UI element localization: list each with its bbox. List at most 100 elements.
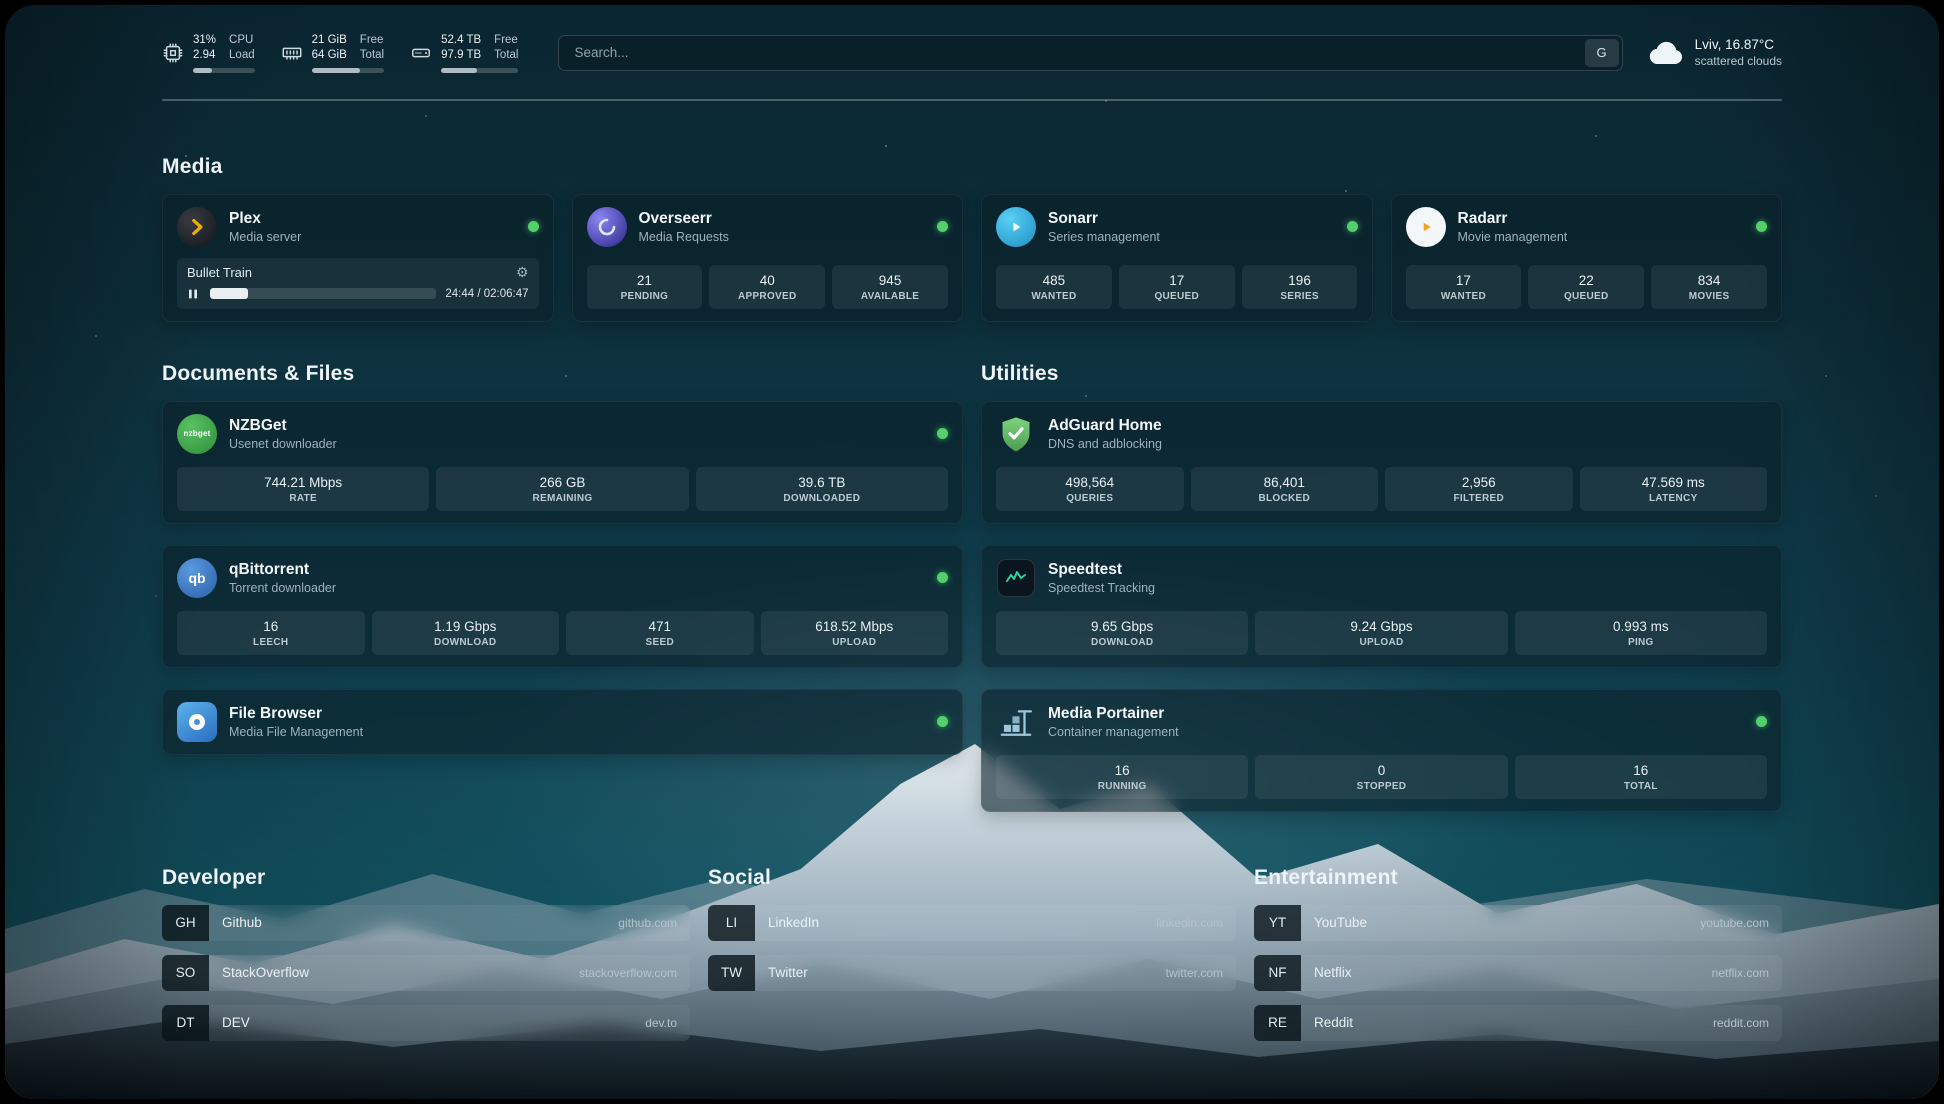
bookmark-stackoverflow[interactable]: SO StackOverflow stackoverflow.com	[162, 955, 690, 991]
adguard-icon	[996, 414, 1036, 454]
section-media: Media Plex Media server	[162, 155, 1782, 322]
service-card-adguard[interactable]: AdGuard Home DNS and adblocking 498,564Q…	[981, 401, 1782, 524]
bookmark-abbr: GH	[162, 905, 209, 941]
bookmark-name: LinkedIn	[755, 915, 819, 930]
service-name: Speedtest	[1048, 561, 1155, 579]
bookmark-group-heading: Entertainment	[1254, 866, 1782, 890]
search-provider-button[interactable]: G	[1585, 39, 1619, 67]
settings-gear-icon[interactable]: ⚙	[516, 265, 529, 279]
bookmark-group-heading: Developer	[162, 866, 690, 890]
playback-time: 24:44 / 02:06:47	[445, 288, 528, 300]
cpu-usage-bar	[193, 68, 255, 73]
disk-icon	[410, 42, 432, 64]
status-dot	[937, 221, 948, 232]
service-card-qbittorrent[interactable]: qb qBittorrent Torrent downloader 16LEEC…	[162, 545, 963, 668]
service-card-radarr[interactable]: Radarr Movie management 17WANTED 22QUEUE…	[1391, 194, 1783, 322]
bookmark-abbr: LI	[708, 905, 755, 941]
bookmark-abbr: DT	[162, 1005, 209, 1041]
radarr-icon	[1406, 207, 1446, 247]
service-description: Media File Management	[229, 725, 363, 739]
cpu-label-top: CPU	[229, 33, 255, 47]
section-utilities: Utilities AdGu	[981, 362, 1782, 812]
service-description: Movie management	[1458, 230, 1568, 244]
stat-pending: 21PENDING	[587, 265, 703, 309]
status-dot	[1347, 221, 1358, 232]
stat-ping: 0.993 msPING	[1515, 611, 1767, 655]
service-name: NZBGet	[229, 417, 337, 435]
service-description: Series management	[1048, 230, 1160, 244]
bookmark-youtube[interactable]: YT YouTube youtube.com	[1254, 905, 1782, 941]
ram-free: 21 GiB	[312, 33, 347, 47]
service-description: Media server	[229, 230, 301, 244]
stat-leech: 16LEECH	[177, 611, 365, 655]
stat-rate: 744.21 MbpsRATE	[177, 467, 429, 511]
dashboard-window: 31% CPU 2.94 Load 21 GiB Free 64	[5, 5, 1939, 1099]
ram-label-top: Free	[360, 33, 384, 47]
service-card-speedtest[interactable]: Speedtest Speedtest Tracking 9.65 GbpsDO…	[981, 545, 1782, 668]
documents-heading: Documents & Files	[162, 362, 963, 386]
stat-queued: 22QUEUED	[1528, 265, 1644, 309]
ram-widget: 21 GiB Free 64 GiB Total	[281, 33, 384, 73]
stat-upload: 9.24 GbpsUPLOAD	[1255, 611, 1507, 655]
search-bar[interactable]: G	[558, 35, 1622, 71]
ram-label-bottom: Total	[360, 48, 384, 62]
service-description: Usenet downloader	[229, 437, 337, 451]
stat-filtered: 2,956FILTERED	[1385, 467, 1573, 511]
service-card-sonarr[interactable]: Sonarr Series management 485WANTED 17QUE…	[981, 194, 1373, 322]
bookmark-reddit[interactable]: RE Reddit reddit.com	[1254, 1005, 1782, 1041]
status-dot	[528, 221, 539, 232]
bookmark-netflix[interactable]: NF Netflix netflix.com	[1254, 955, 1782, 991]
service-description: Container management	[1048, 725, 1179, 739]
search-input[interactable]	[562, 39, 1584, 67]
bookmark-dev[interactable]: DT DEV dev.to	[162, 1005, 690, 1041]
stat-upload: 618.52 MbpsUPLOAD	[761, 611, 949, 655]
stars-decoration	[5, 5, 7, 7]
bookmark-domain: linkedin.com	[1156, 916, 1236, 930]
service-card-nzbget[interactable]: nzbget NZBGet Usenet downloader 744.21 M…	[162, 401, 963, 524]
cpu-percent: 31%	[193, 33, 216, 47]
service-description: Speedtest Tracking	[1048, 581, 1155, 595]
bookmark-name: Reddit	[1301, 1015, 1353, 1030]
disk-label-top: Free	[494, 33, 518, 47]
service-name: Overseerr	[639, 210, 729, 228]
cpu-widget: 31% CPU 2.94 Load	[162, 33, 255, 73]
disk-widget: 52.4 TB Free 97.9 TB Total	[410, 33, 518, 73]
service-card-overseerr[interactable]: Overseerr Media Requests 21PENDING 40APP…	[572, 194, 964, 322]
bookmark-name: DEV	[209, 1015, 250, 1030]
ram-total: 64 GiB	[312, 48, 347, 62]
service-card-portainer[interactable]: Media Portainer Container management 16R…	[981, 689, 1782, 812]
now-playing-widget: Bullet Train ⚙ 24:44 / 02:06:47	[177, 258, 539, 309]
cpu-icon	[162, 42, 184, 64]
bookmark-abbr: YT	[1254, 905, 1301, 941]
stat-available: 945AVAILABLE	[832, 265, 948, 309]
stat-stopped: 0STOPPED	[1255, 755, 1507, 799]
service-description: Media Requests	[639, 230, 729, 244]
utilities-heading: Utilities	[981, 362, 1782, 386]
bookmark-github[interactable]: GH Github github.com	[162, 905, 690, 941]
sonarr-icon	[996, 207, 1036, 247]
pause-icon[interactable]	[187, 288, 201, 300]
service-card-plex[interactable]: Plex Media server Bullet Train ⚙	[162, 194, 554, 322]
stat-download: 1.19 GbpsDOWNLOAD	[372, 611, 560, 655]
service-description: Torrent downloader	[229, 581, 336, 595]
disk-total: 97.9 TB	[441, 48, 481, 62]
service-name: File Browser	[229, 705, 363, 723]
cloud-icon	[1649, 40, 1685, 66]
bookmark-domain: dev.to	[645, 1016, 690, 1030]
bookmark-domain: stackoverflow.com	[579, 966, 690, 980]
playback-progress-bar[interactable]	[210, 288, 436, 299]
bookmark-name: Github	[209, 915, 262, 930]
bookmark-linkedin[interactable]: LI LinkedIn linkedin.com	[708, 905, 1236, 941]
bookmarks-area: Developer GH Github github.com SO StackO…	[162, 866, 1782, 1055]
cpu-label-bottom: Load	[229, 48, 255, 62]
bookmark-twitter[interactable]: TW Twitter twitter.com	[708, 955, 1236, 991]
disk-free: 52.4 TB	[441, 33, 481, 47]
service-name: Plex	[229, 210, 301, 228]
cpu-load: 2.94	[193, 48, 216, 62]
service-card-filebrowser[interactable]: File Browser Media File Management	[162, 689, 963, 755]
stat-wanted: 17WANTED	[1406, 265, 1522, 309]
stat-queued: 17QUEUED	[1119, 265, 1235, 309]
stat-movies: 834MOVIES	[1651, 265, 1767, 309]
bookmark-abbr: TW	[708, 955, 755, 991]
nzbget-icon: nzbget	[177, 414, 217, 454]
